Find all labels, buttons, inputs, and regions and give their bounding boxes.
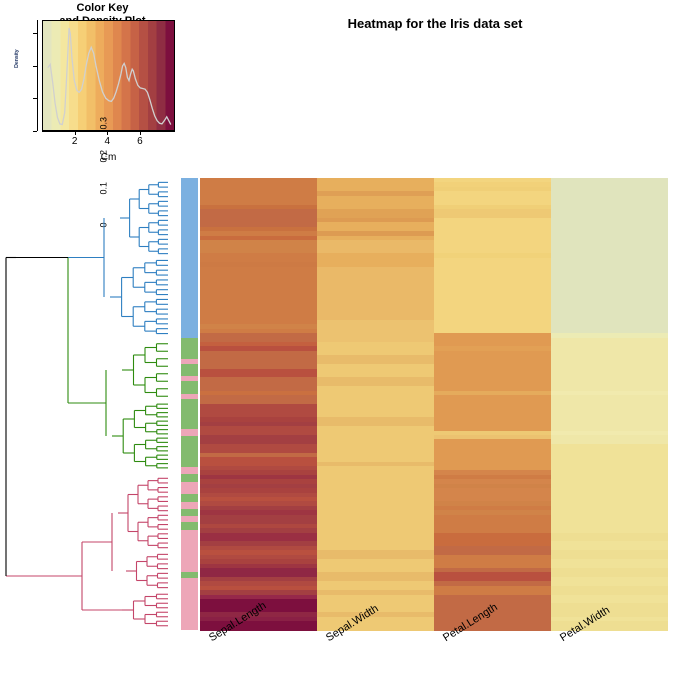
row-side-color-band [181, 481, 198, 495]
color-key-y-tick-mark [33, 98, 37, 100]
color-key-x-tick-mark [107, 131, 109, 135]
page-title: Heatmap for the Iris data set [347, 16, 523, 31]
row-side-color-bar [181, 178, 198, 630]
row-side-color-band [181, 508, 198, 517]
row-side-color-band [181, 380, 198, 395]
row-side-color-band [181, 338, 198, 359]
color-key-x-tick-label: 2 [71, 136, 78, 147]
heatmap-column [434, 178, 551, 631]
color-key-x-tick-label: 4 [104, 136, 111, 147]
color-key-x-axis-line [42, 131, 175, 132]
heatmap-column [200, 178, 317, 631]
row-side-color-band [181, 522, 198, 530]
color-key-y-tick-mark [33, 33, 37, 35]
color-key-x-tick-label: 6 [137, 136, 143, 147]
heatmap-column [317, 178, 434, 631]
color-key-y-axis-label: Density [14, 49, 20, 68]
column-labels: Sepal.Length Sepal.Width Petal.Length Petal… [200, 600, 675, 679]
heatmap-grid [200, 178, 668, 631]
row-side-color-band [181, 428, 198, 436]
row-side-color-band [181, 399, 198, 429]
row-side-color-band [181, 577, 198, 630]
color-key-panel: Color Key and Density Plot Density Cm 00… [0, 0, 195, 228]
color-key-y-tick-mark [33, 131, 37, 132]
row-side-color-band [181, 364, 198, 376]
row-side-color-band [181, 529, 198, 573]
color-key-y-tick-label: 0.3 [98, 117, 109, 130]
row-side-color-band [181, 435, 198, 468]
row-side-color-band [181, 494, 198, 502]
color-key-x-tick-mark [74, 131, 76, 135]
row-side-color-band [181, 474, 198, 482]
row-side-color-band [181, 178, 198, 339]
color-key-x-axis-label: Cm [100, 152, 117, 163]
row-dendrogram [0, 178, 178, 630]
row-side-color-band [181, 467, 198, 475]
row-side-color-band [181, 501, 198, 509]
color-key-y-axis-line [37, 20, 38, 131]
color-key-x-tick-mark [139, 131, 141, 135]
color-key-y-tick-mark [33, 65, 37, 67]
heatmap-plot: Sepal.Length Sepal.Width Petal.Length Petal… [0, 178, 675, 675]
heatmap-column [551, 178, 668, 631]
color-key-plot-area [42, 20, 175, 131]
